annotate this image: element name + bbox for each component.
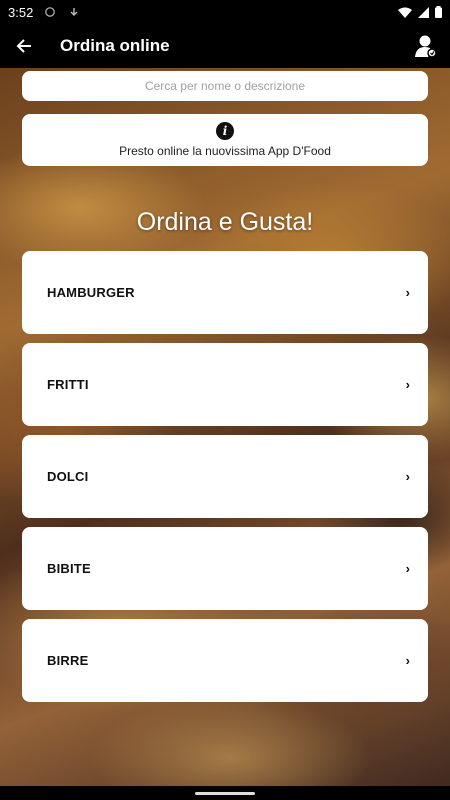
- category-item-bibite[interactable]: BIBITE ›: [22, 527, 428, 610]
- chevron-right-icon: ›: [405, 469, 410, 484]
- category-label: HAMBURGER: [47, 285, 135, 300]
- notification-icon: [45, 7, 56, 17]
- info-icon: i: [216, 122, 234, 140]
- category-item-dolci[interactable]: DOLCI ›: [22, 435, 428, 518]
- profile-button[interactable]: [402, 24, 450, 68]
- chevron-right-icon: ›: [405, 285, 410, 300]
- wifi-icon: [398, 7, 412, 18]
- category-label: BIBITE: [47, 561, 91, 576]
- signal-icon: [418, 6, 429, 18]
- page-title: Ordina online: [60, 36, 170, 55]
- chevron-right-icon: ›: [405, 653, 410, 668]
- system-navigation-bar: [0, 786, 450, 800]
- search-input[interactable]: Cerca per nome o descrizione: [22, 71, 428, 101]
- category-list: HAMBURGER › FRITTI › DOLCI › BIBITE › BI…: [22, 251, 428, 711]
- top-app-bar: Ordina online: [0, 24, 450, 68]
- download-icon: [70, 8, 78, 16]
- status-bar: 3:52: [0, 0, 450, 24]
- chevron-right-icon: ›: [405, 561, 410, 576]
- home-gesture-handle[interactable]: [195, 791, 255, 795]
- category-item-fritti[interactable]: FRITTI ›: [22, 343, 428, 426]
- arrow-left-icon: [16, 39, 31, 53]
- category-item-birre[interactable]: BIRRE ›: [22, 619, 428, 702]
- category-label: FRITTI: [47, 377, 89, 392]
- category-label: DOLCI: [47, 469, 89, 484]
- status-time: 3:52: [8, 4, 34, 20]
- user-account-icon: [415, 35, 437, 58]
- info-banner: i Presto online la nuovissima App D'Food: [22, 114, 428, 166]
- search-placeholder: Cerca per nome o descrizione: [144, 79, 306, 93]
- category-item-hamburger[interactable]: HAMBURGER ›: [22, 251, 428, 334]
- chevron-right-icon: ›: [405, 377, 410, 392]
- section-heading: Ordina e Gusta!: [136, 208, 314, 236]
- back-button[interactable]: [0, 24, 48, 68]
- category-label: BIRRE: [47, 653, 89, 668]
- info-text: Presto online la nuovissima App D'Food: [119, 144, 331, 158]
- battery-icon: [435, 6, 442, 18]
